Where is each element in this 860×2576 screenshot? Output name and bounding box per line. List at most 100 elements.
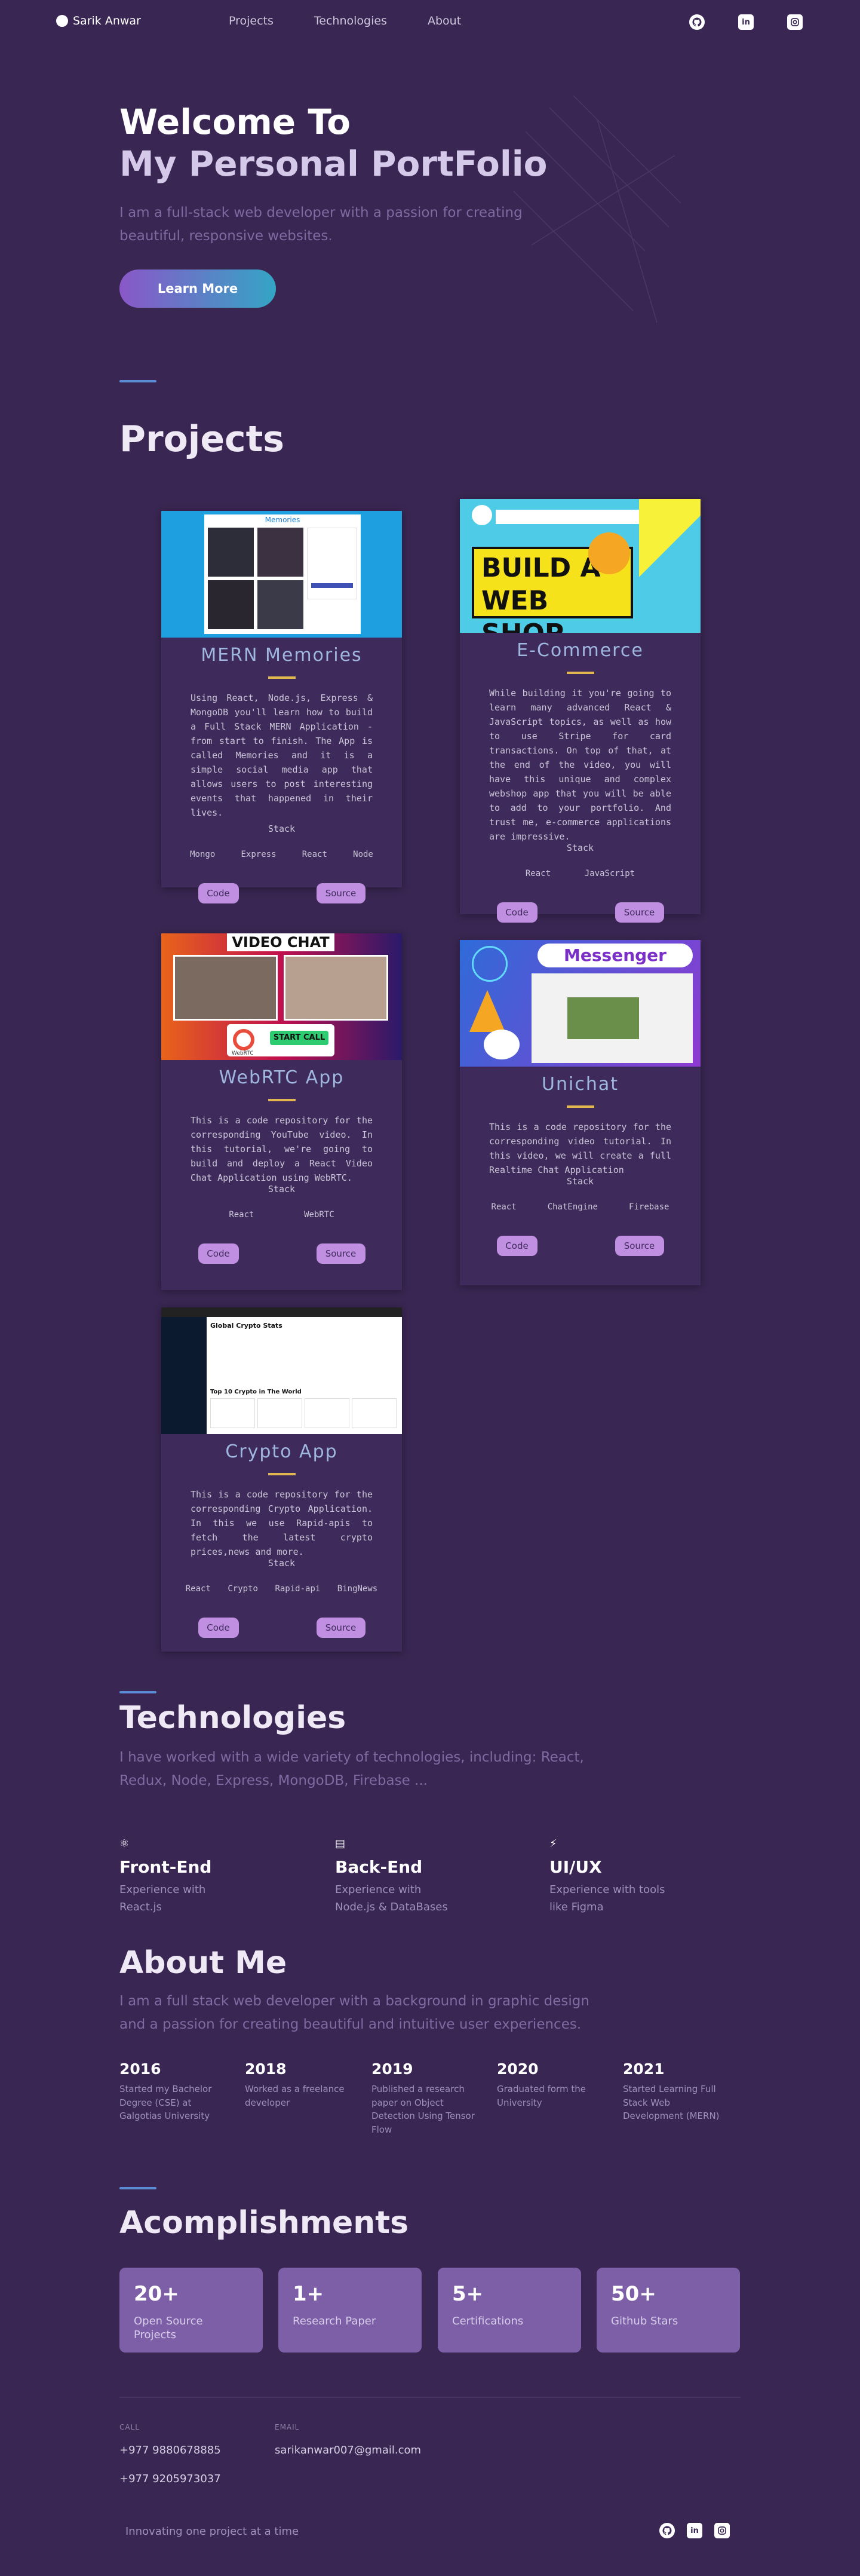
- source-button[interactable]: Source: [316, 1243, 366, 1264]
- chat-window: [532, 973, 693, 1063]
- accomplishment-label: Open Source Projects: [134, 2315, 203, 2342]
- crypto-cards: [210, 1398, 397, 1428]
- project-image: Messenger: [460, 940, 701, 1067]
- tech-item-desc: Experience with tools like Figma: [549, 1883, 665, 1913]
- footer-divider: [119, 2397, 741, 2398]
- tag: Rapid-api: [275, 1584, 321, 1594]
- crypto-stats-heading: Global Crypto Stats: [210, 1322, 282, 1330]
- nav-social-links: in: [689, 14, 803, 30]
- crypto-top10-heading: Top 10 Crypto in The World: [210, 1389, 302, 1395]
- card-buttons: Code Source: [198, 883, 366, 903]
- source-button[interactable]: Source: [316, 883, 366, 903]
- card-buttons: Code Source: [496, 902, 664, 923]
- source-button[interactable]: Source: [615, 902, 664, 923]
- nav-link-technologies[interactable]: Technologies: [314, 14, 387, 27]
- cloud-shape: [484, 1030, 520, 1059]
- timeline-year: 2021: [623, 2060, 665, 2078]
- source-button[interactable]: Source: [615, 1236, 664, 1256]
- code-button[interactable]: Code: [198, 1243, 239, 1264]
- tag: Crypto: [228, 1584, 258, 1594]
- nav-link-projects[interactable]: Projects: [229, 14, 274, 27]
- accomplishment-number: 50+: [611, 2282, 656, 2306]
- brand-name: Sarik Anwar: [73, 14, 141, 27]
- start-call-label: START CALL: [270, 1031, 328, 1045]
- projects-title: Projects: [119, 418, 285, 460]
- image-caption: Memories: [265, 516, 300, 524]
- timeline-year: 2020: [497, 2060, 539, 2078]
- timeline-event: Worked as a freelance developer: [245, 2084, 345, 2108]
- brand-logo[interactable]: Sarik Anwar: [56, 14, 141, 27]
- accomplishment-card: 5+ Certifications: [438, 2268, 581, 2353]
- hero-section: Welcome To My Personal PortFolio I am a …: [119, 102, 657, 308]
- accomplishments-title: Acomplishments: [119, 2205, 409, 2241]
- accomplishment-label: Github Stars: [611, 2315, 678, 2327]
- tag: ChatEngine: [547, 1202, 598, 1212]
- call-label: CALL: [119, 2423, 140, 2431]
- tag: WebRTC: [304, 1210, 334, 1220]
- phone-number[interactable]: +977 9205973037: [119, 2473, 221, 2485]
- title-underline: [566, 672, 594, 674]
- hero-description: I am a full-stack web developer with a p…: [119, 205, 523, 244]
- stack-label: Stack: [268, 823, 296, 834]
- instagram-icon[interactable]: [714, 2523, 730, 2538]
- linkedin-icon[interactable]: in: [687, 2523, 702, 2538]
- logo-icon: [56, 15, 68, 27]
- technologies-description: I have worked with a wide variety of tec…: [119, 1750, 584, 1789]
- tech-item-title: UI/UX: [549, 1857, 602, 1877]
- project-title: E-Commerce: [517, 640, 644, 661]
- code-button[interactable]: Code: [496, 902, 538, 923]
- stack-label: Stack: [268, 1184, 296, 1194]
- stack-label: Stack: [268, 1558, 296, 1569]
- linkedin-icon[interactable]: in: [738, 14, 754, 30]
- browser-bar: [161, 1307, 402, 1317]
- tag-list: React JavaScript: [509, 869, 652, 878]
- title-underline: [268, 1473, 296, 1475]
- accomplishment-label: Research Paper: [293, 2315, 376, 2327]
- card-buttons: Code Source: [496, 1236, 664, 1256]
- tag-list: React WebRTC: [204, 1210, 360, 1220]
- project-card: VIDEO CHAT START CALL WebRTC WebRTC App …: [161, 933, 402, 1290]
- accomplishment-card: 20+ Open Source Projects: [119, 2268, 263, 2353]
- about-description: I am a full stack web developer with a b…: [119, 1993, 589, 2033]
- zeplin-icon: ⚡: [549, 1837, 557, 1850]
- timeline-item: 2020 Graduated form the University: [497, 2060, 604, 2109]
- tag-list: React Crypto Rapid-api BingNews: [177, 1584, 386, 1594]
- instagram-icon[interactable]: [787, 14, 803, 30]
- nav-link-about[interactable]: About: [428, 14, 461, 27]
- person-photo: [588, 532, 630, 574]
- project-description: This is a code repository for the corres…: [191, 1115, 373, 1183]
- code-button[interactable]: Code: [198, 1618, 239, 1638]
- learn-more-button[interactable]: Learn More: [119, 269, 276, 308]
- tech-item-desc: Experience with React.js: [119, 1883, 206, 1913]
- memories-form: [307, 528, 357, 599]
- project-title: WebRTC App: [219, 1067, 345, 1088]
- source-button[interactable]: Source: [316, 1618, 366, 1638]
- project-description: While building it you're going to learn …: [489, 688, 671, 842]
- hero-title-line1: Welcome To: [119, 102, 351, 142]
- video-tile-left: [173, 955, 278, 1021]
- tag-list: React ChatEngine Firebase: [476, 1202, 685, 1212]
- tech-item-backend: ▤ Back-End Experience with Node.js & Dat…: [335, 1837, 454, 1916]
- technologies-title: Technologies: [119, 1700, 346, 1736]
- github-icon[interactable]: [659, 2523, 675, 2538]
- code-button[interactable]: Code: [198, 883, 239, 903]
- project-card: Memories MERN Memories Using React, Node…: [161, 511, 402, 903]
- phone-number[interactable]: +977 9880678885: [119, 2444, 221, 2456]
- project-image: Memories: [161, 511, 402, 638]
- database-icon: ▤: [335, 1837, 346, 1850]
- code-button[interactable]: Code: [496, 1236, 538, 1256]
- accomplishment-number: 5+: [452, 2282, 484, 2306]
- project-card: Global Crypto Stats Top 10 Crypto in The…: [161, 1307, 402, 1652]
- hero-title: Welcome To My Personal PortFolio: [119, 102, 657, 185]
- tag-list: Mongo Express React Node: [177, 850, 386, 859]
- timeline-item: 2018 Worked as a freelance developer: [245, 2060, 352, 2109]
- email-link[interactable]: sarikanwar007@gmail.com: [275, 2444, 421, 2456]
- accomplishment-card: 1+ Research Paper: [278, 2268, 422, 2353]
- project-image: Global Crypto Stats Top 10 Crypto in The…: [161, 1307, 402, 1434]
- video-chat-banner: VIDEO CHAT: [227, 933, 334, 951]
- accomplishment-card: 50+ Github Stars: [597, 2268, 740, 2353]
- tech-item-title: Front-End: [119, 1857, 212, 1877]
- github-icon[interactable]: [689, 14, 705, 30]
- timeline-event: Started Learning Full Stack Web Developm…: [623, 2084, 720, 2121]
- footer-social-links: in: [659, 2523, 730, 2538]
